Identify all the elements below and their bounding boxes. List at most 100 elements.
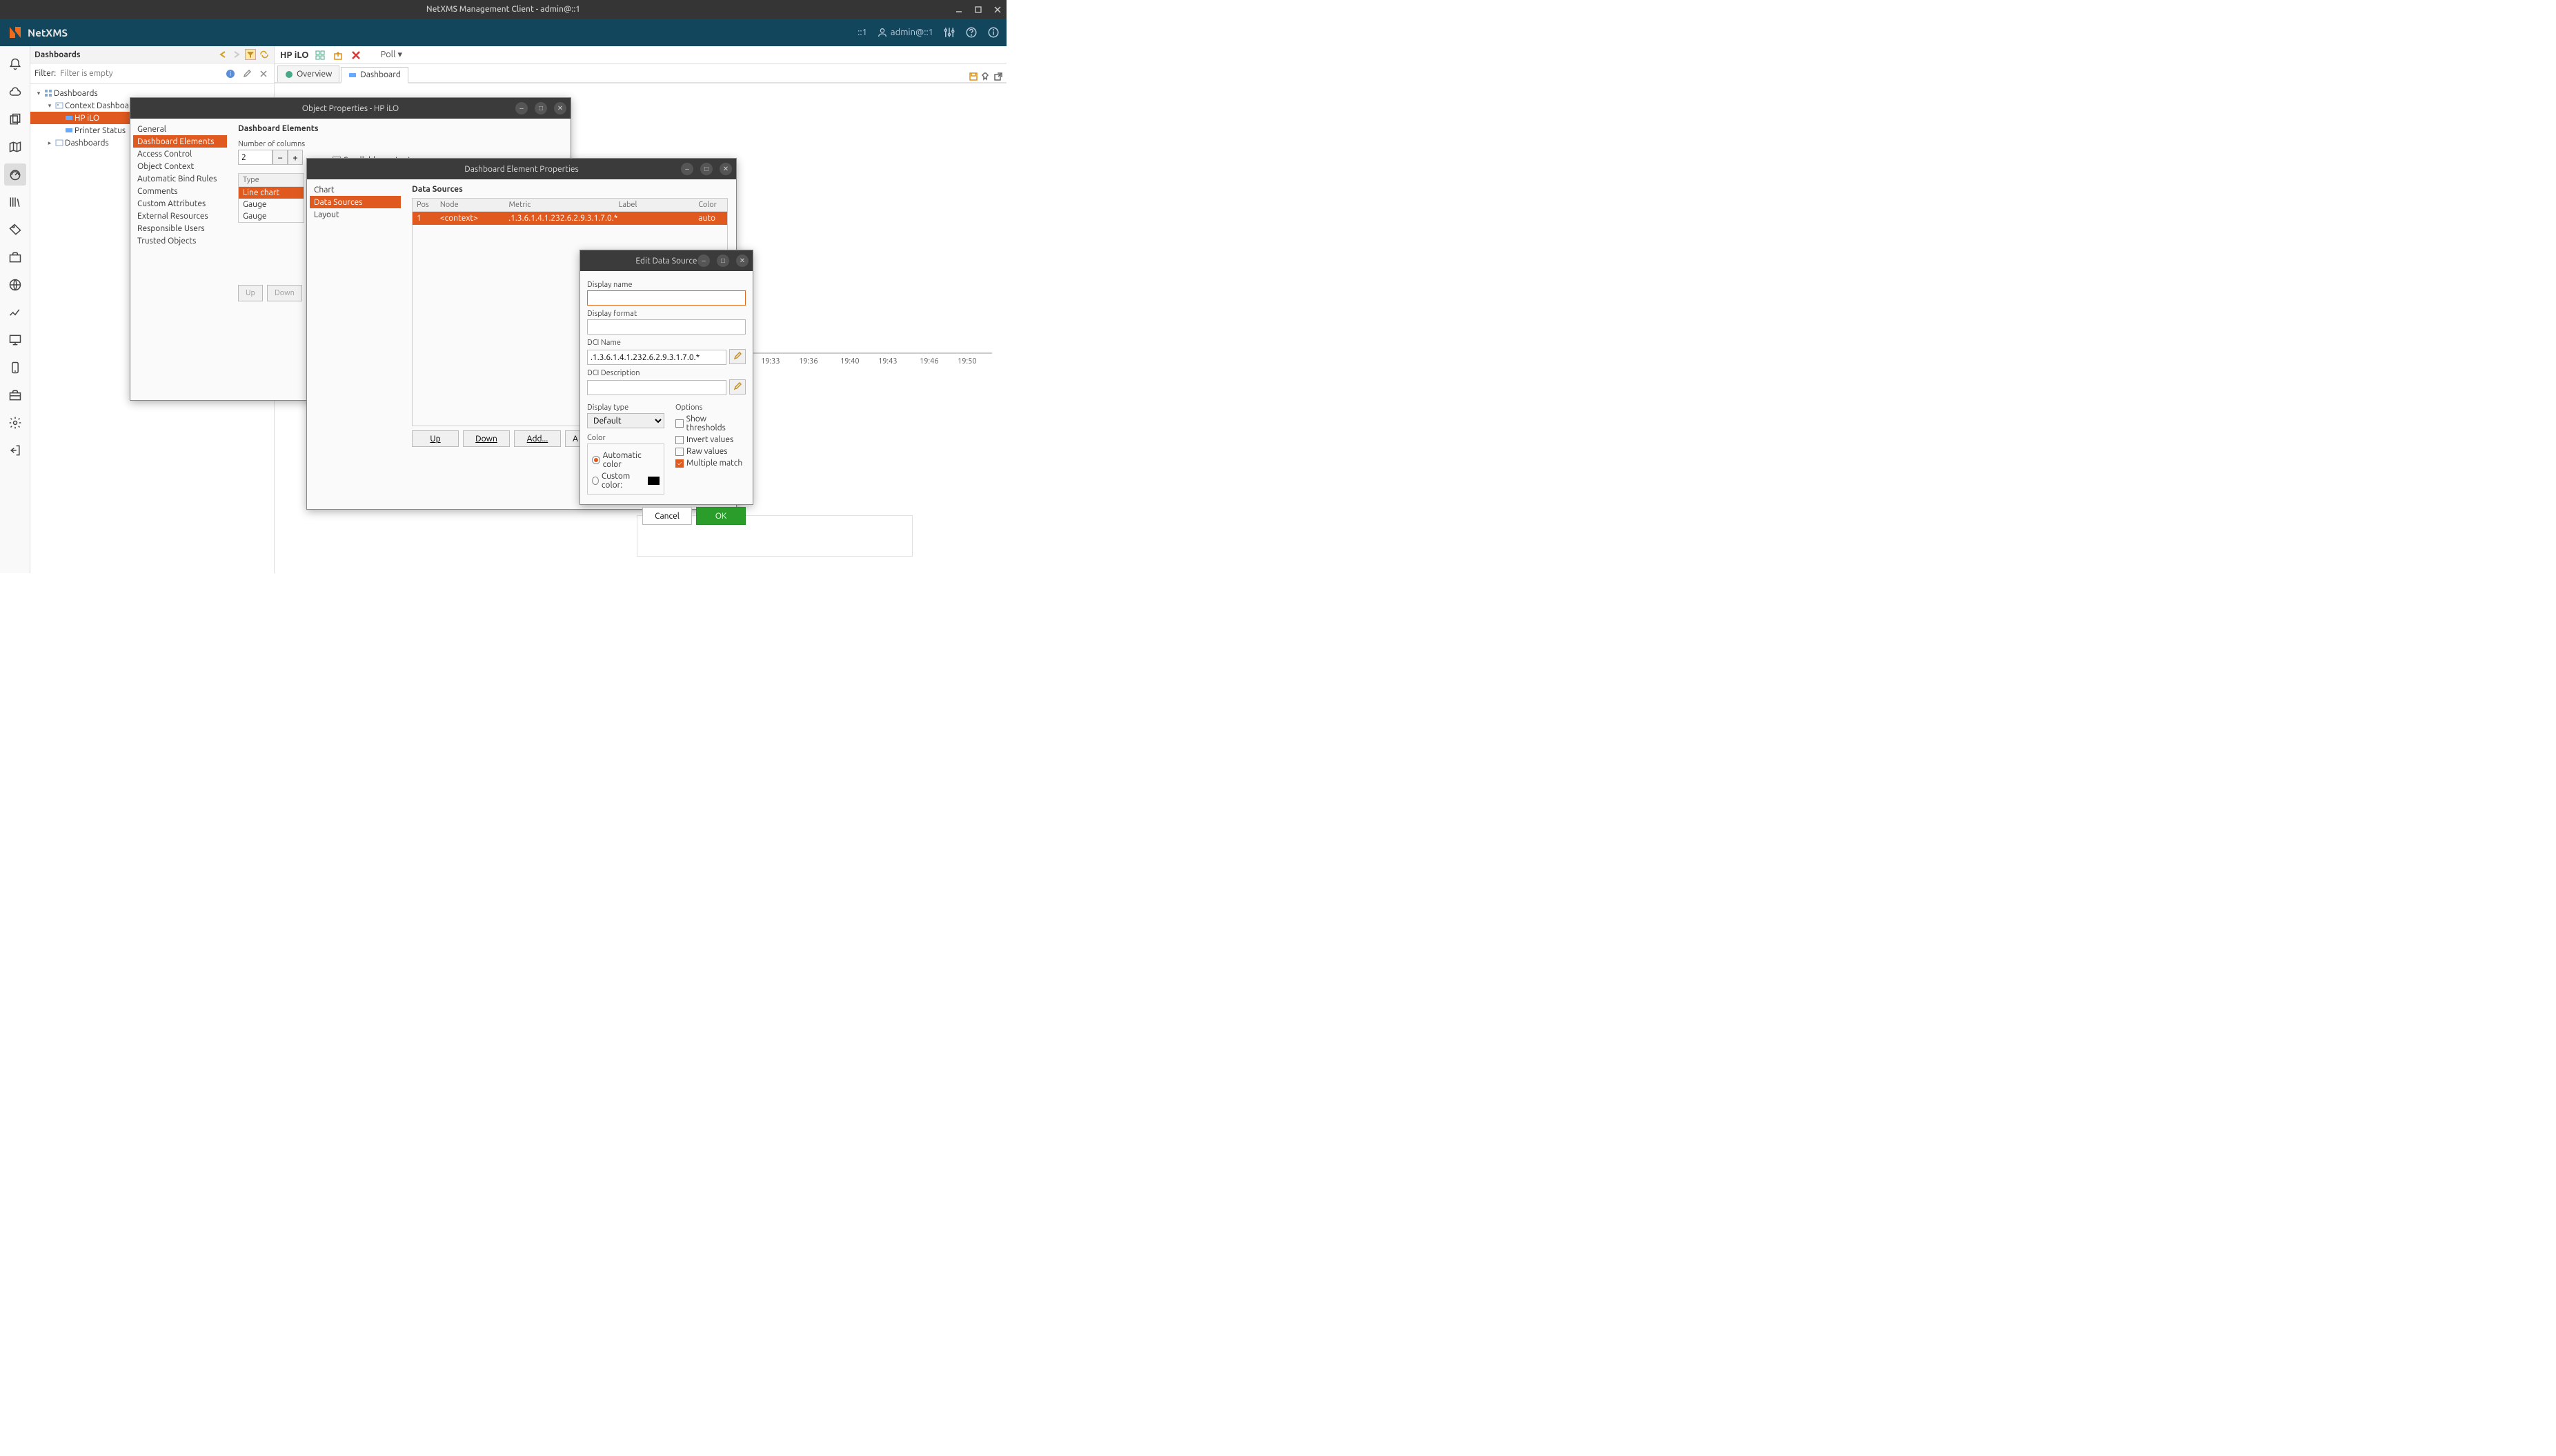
dlg1-close[interactable]: ✕: [554, 102, 566, 114]
sidebar-tag-icon[interactable]: [4, 219, 26, 241]
delete-icon[interactable]: [350, 49, 362, 61]
dlg2-nav-data-sources[interactable]: Data Sources: [310, 196, 401, 208]
dlg1-nav-object-context[interactable]: Object Context: [133, 160, 227, 172]
chk-invert[interactable]: [675, 436, 684, 444]
sidebar-mobile-icon[interactable]: [4, 357, 26, 379]
chk-thresholds[interactable]: [675, 419, 684, 428]
chk-raw[interactable]: [675, 448, 684, 456]
dci-name-picker[interactable]: [729, 349, 746, 364]
tick-4: 19:46: [920, 357, 939, 366]
sidebar-business-icon[interactable]: [4, 246, 26, 268]
display-type-label: Display type: [587, 403, 664, 412]
dlg2-add-button[interactable]: Add...: [514, 430, 561, 447]
dlg2-nav-layout[interactable]: Layout: [310, 208, 401, 221]
numcol-input[interactable]: [238, 150, 273, 165]
popout-icon[interactable]: [993, 71, 1004, 82]
filter-toggle-icon[interactable]: [245, 49, 256, 60]
dlg1-nav-custom-attrs[interactable]: Custom Attributes: [133, 197, 227, 210]
connection-indicator[interactable]: ::1: [858, 28, 867, 37]
radio-auto-color[interactable]: [592, 456, 600, 464]
grid-icon[interactable]: [314, 49, 326, 61]
sidebar-map-icon[interactable]: [4, 136, 26, 158]
sidebar-exit-icon[interactable]: [4, 439, 26, 461]
sidebar-alarms-icon[interactable]: [4, 53, 26, 75]
dlg2-nav-chart[interactable]: Chart: [310, 183, 401, 196]
dlg1-maximize[interactable]: □: [535, 102, 547, 114]
type-row-gauge-2[interactable]: Gauge: [239, 210, 304, 222]
type-row-gauge-1[interactable]: Gauge: [239, 199, 304, 210]
opt-raw-label: Raw values: [686, 447, 728, 456]
sidebar-gear-icon[interactable]: [4, 412, 26, 434]
back-icon[interactable]: [217, 49, 228, 60]
dlg1-nav-access-control[interactable]: Access Control: [133, 148, 227, 160]
dci-name-label: DCI Name: [587, 339, 746, 347]
forward-icon[interactable]: [231, 49, 242, 60]
dlg2-maximize[interactable]: □: [700, 163, 713, 175]
dlg2-down-button[interactable]: Down: [463, 430, 510, 447]
sidebar-library-icon[interactable]: [4, 191, 26, 213]
dlg3-cancel-button[interactable]: Cancel: [642, 507, 692, 525]
dlg3-ok-button[interactable]: OK: [696, 507, 746, 525]
dlg2-close[interactable]: ✕: [720, 163, 732, 175]
pin-icon[interactable]: [980, 71, 991, 82]
os-close-button[interactable]: [993, 5, 1002, 14]
dlg1-down-button[interactable]: Down: [267, 285, 302, 301]
dlg2-up-button[interactable]: Up: [412, 430, 459, 447]
os-minimize-button[interactable]: [954, 5, 964, 14]
radio-custom-color[interactable]: [592, 477, 599, 485]
numcol-plus[interactable]: +: [288, 150, 303, 165]
numcol-minus[interactable]: −: [273, 150, 288, 165]
filter-info-icon[interactable]: i: [224, 68, 237, 80]
tab-label: Dashboard: [360, 70, 400, 79]
filter-input[interactable]: [60, 67, 220, 81]
dlg1-up-button[interactable]: Up: [238, 285, 263, 301]
tree-label: Printer Status: [75, 126, 126, 135]
chk-multiple-match[interactable]: [675, 459, 684, 468]
dci-desc-picker[interactable]: [729, 379, 746, 395]
dlg1-nav-auto-bind[interactable]: Automatic Bind Rules: [133, 172, 227, 185]
dlg2-minimize[interactable]: ‒: [681, 163, 693, 175]
type-row-line-chart[interactable]: Line chart: [239, 187, 304, 199]
display-name-input[interactable]: [587, 290, 746, 306]
dlg3-maximize[interactable]: □: [717, 255, 729, 267]
os-maximize-button[interactable]: [973, 5, 983, 14]
poll-menu[interactable]: Poll ▾: [380, 50, 402, 60]
ds-row-1[interactable]: 1 <context> .1.3.6.1.4.1.232.6.2.9.3.1.7…: [413, 212, 727, 225]
dlg1-title: Object Properties - HP iLO: [302, 104, 399, 113]
filter-edit-icon[interactable]: [241, 68, 253, 80]
sidebar-files-icon[interactable]: [4, 108, 26, 130]
dlg1-minimize[interactable]: ‒: [515, 102, 528, 114]
dlg1-nav-dashboard-elements[interactable]: Dashboard Elements: [133, 135, 227, 148]
refresh-icon[interactable]: [259, 49, 270, 60]
user-menu[interactable]: admin@::1: [877, 27, 933, 38]
sidebar-tools-icon[interactable]: [4, 384, 26, 406]
info-icon[interactable]: [987, 26, 1000, 39]
tab-label: Overview: [297, 70, 332, 79]
dlg1-nav-resp-users[interactable]: Responsible Users: [133, 222, 227, 235]
sidebar-monitor-icon[interactable]: [4, 329, 26, 351]
filter-clear-icon[interactable]: [257, 68, 270, 80]
display-format-input[interactable]: [587, 319, 746, 335]
tree-label: Dashboards: [65, 139, 109, 148]
dlg1-nav-general[interactable]: General: [133, 123, 227, 135]
sidebar-chart-icon[interactable]: [4, 301, 26, 323]
dci-desc-input[interactable]: [587, 380, 726, 395]
save-icon[interactable]: [968, 71, 979, 82]
dlg3-minimize[interactable]: ‒: [697, 255, 710, 267]
dlg1-nav-ext-res[interactable]: External Resources: [133, 210, 227, 222]
sidebar-cloud-icon[interactable]: [4, 81, 26, 103]
color-swatch[interactable]: [648, 477, 660, 485]
dci-name-input[interactable]: [587, 350, 726, 365]
help-icon[interactable]: [965, 26, 978, 39]
dlg1-nav-trusted[interactable]: Trusted Objects: [133, 235, 227, 247]
display-name-label: Display name: [587, 281, 746, 289]
dlg3-close[interactable]: ✕: [736, 255, 749, 267]
sidebar-network-icon[interactable]: [4, 274, 26, 296]
settings-icon[interactable]: [943, 26, 955, 39]
sidebar-dashboard-icon[interactable]: [4, 163, 26, 186]
display-type-select[interactable]: Default: [587, 413, 664, 428]
tab-overview[interactable]: Overview: [277, 66, 339, 82]
dlg1-nav-comments[interactable]: Comments: [133, 185, 227, 197]
export-icon[interactable]: [332, 49, 344, 61]
tab-dashboard[interactable]: Dashboard: [341, 67, 408, 83]
